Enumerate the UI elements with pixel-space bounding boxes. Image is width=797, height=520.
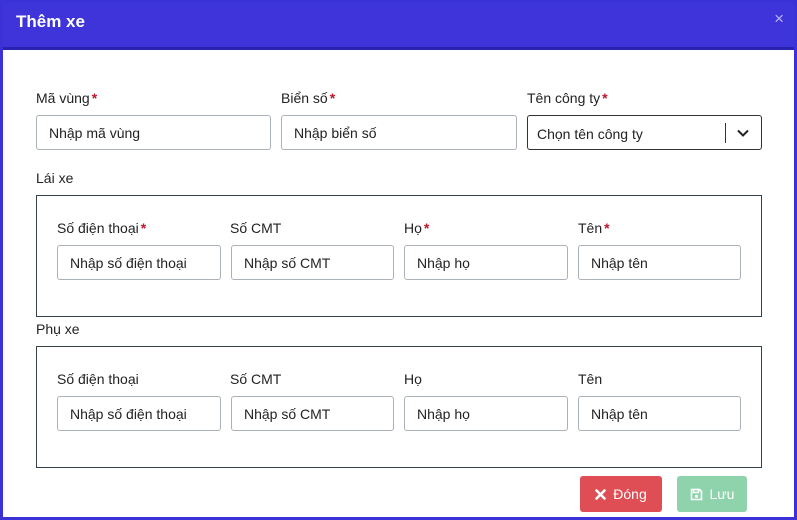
driver-first-name-input[interactable] (578, 245, 741, 280)
region-code-input[interactable] (36, 115, 271, 150)
company-label: Tên công ty * (527, 90, 608, 106)
assistant-phone-label: Số điện thoại (57, 371, 139, 387)
assistant-first-name-input[interactable] (578, 396, 741, 431)
assistant-phone-input[interactable] (57, 396, 221, 431)
chevron-down-icon[interactable] (736, 126, 750, 140)
assistant-id-card-label: Số CMT (230, 371, 282, 387)
driver-phone-label: Số điện thoại * (57, 220, 147, 236)
required-mark: * (604, 220, 610, 236)
close-button-label: Đóng (613, 486, 647, 502)
driver-section-label: Lái xe (36, 170, 74, 186)
x-icon (595, 488, 607, 500)
driver-id-card-input[interactable] (231, 245, 394, 280)
close-button[interactable]: Đóng (580, 476, 662, 512)
assistant-last-name-input[interactable] (404, 396, 568, 431)
company-select-value: Chọn tên công ty (537, 126, 643, 142)
required-mark: * (91, 90, 98, 106)
select-separator (725, 123, 726, 143)
driver-last-name-label: Họ * (404, 220, 430, 236)
save-button[interactable]: Lưu (677, 476, 747, 512)
modal-title: Thêm xe (16, 12, 85, 31)
assistant-section-label: Phụ xe (36, 321, 80, 337)
assistant-last-name-label: Họ (404, 371, 422, 387)
required-mark: * (602, 90, 608, 106)
floppy-disk-icon (690, 488, 702, 500)
driver-last-name-input[interactable] (404, 245, 568, 280)
required-mark: * (140, 220, 147, 236)
plate-label: Biển số * (281, 90, 336, 106)
driver-phone-input[interactable] (57, 245, 221, 280)
required-mark: * (329, 90, 336, 106)
save-button-label: Lưu (709, 486, 735, 502)
close-x-icon[interactable]: × (774, 9, 784, 29)
plate-input[interactable] (281, 115, 517, 150)
modal-header: Thêm xe × (3, 3, 794, 50)
region-code-label: Mã vùng * (36, 90, 98, 106)
assistant-id-card-input[interactable] (231, 396, 394, 431)
add-vehicle-modal: Thêm xe × Mã vùng* Biển số* Tên công ty*… (0, 0, 797, 520)
driver-id-card-label: Số CMT (230, 220, 282, 236)
company-select[interactable]: Chọn tên công ty (527, 115, 762, 150)
required-mark: * (423, 220, 430, 236)
driver-first-name-label: Tên * (578, 220, 610, 236)
assistant-first-name-label: Tên (578, 371, 603, 387)
